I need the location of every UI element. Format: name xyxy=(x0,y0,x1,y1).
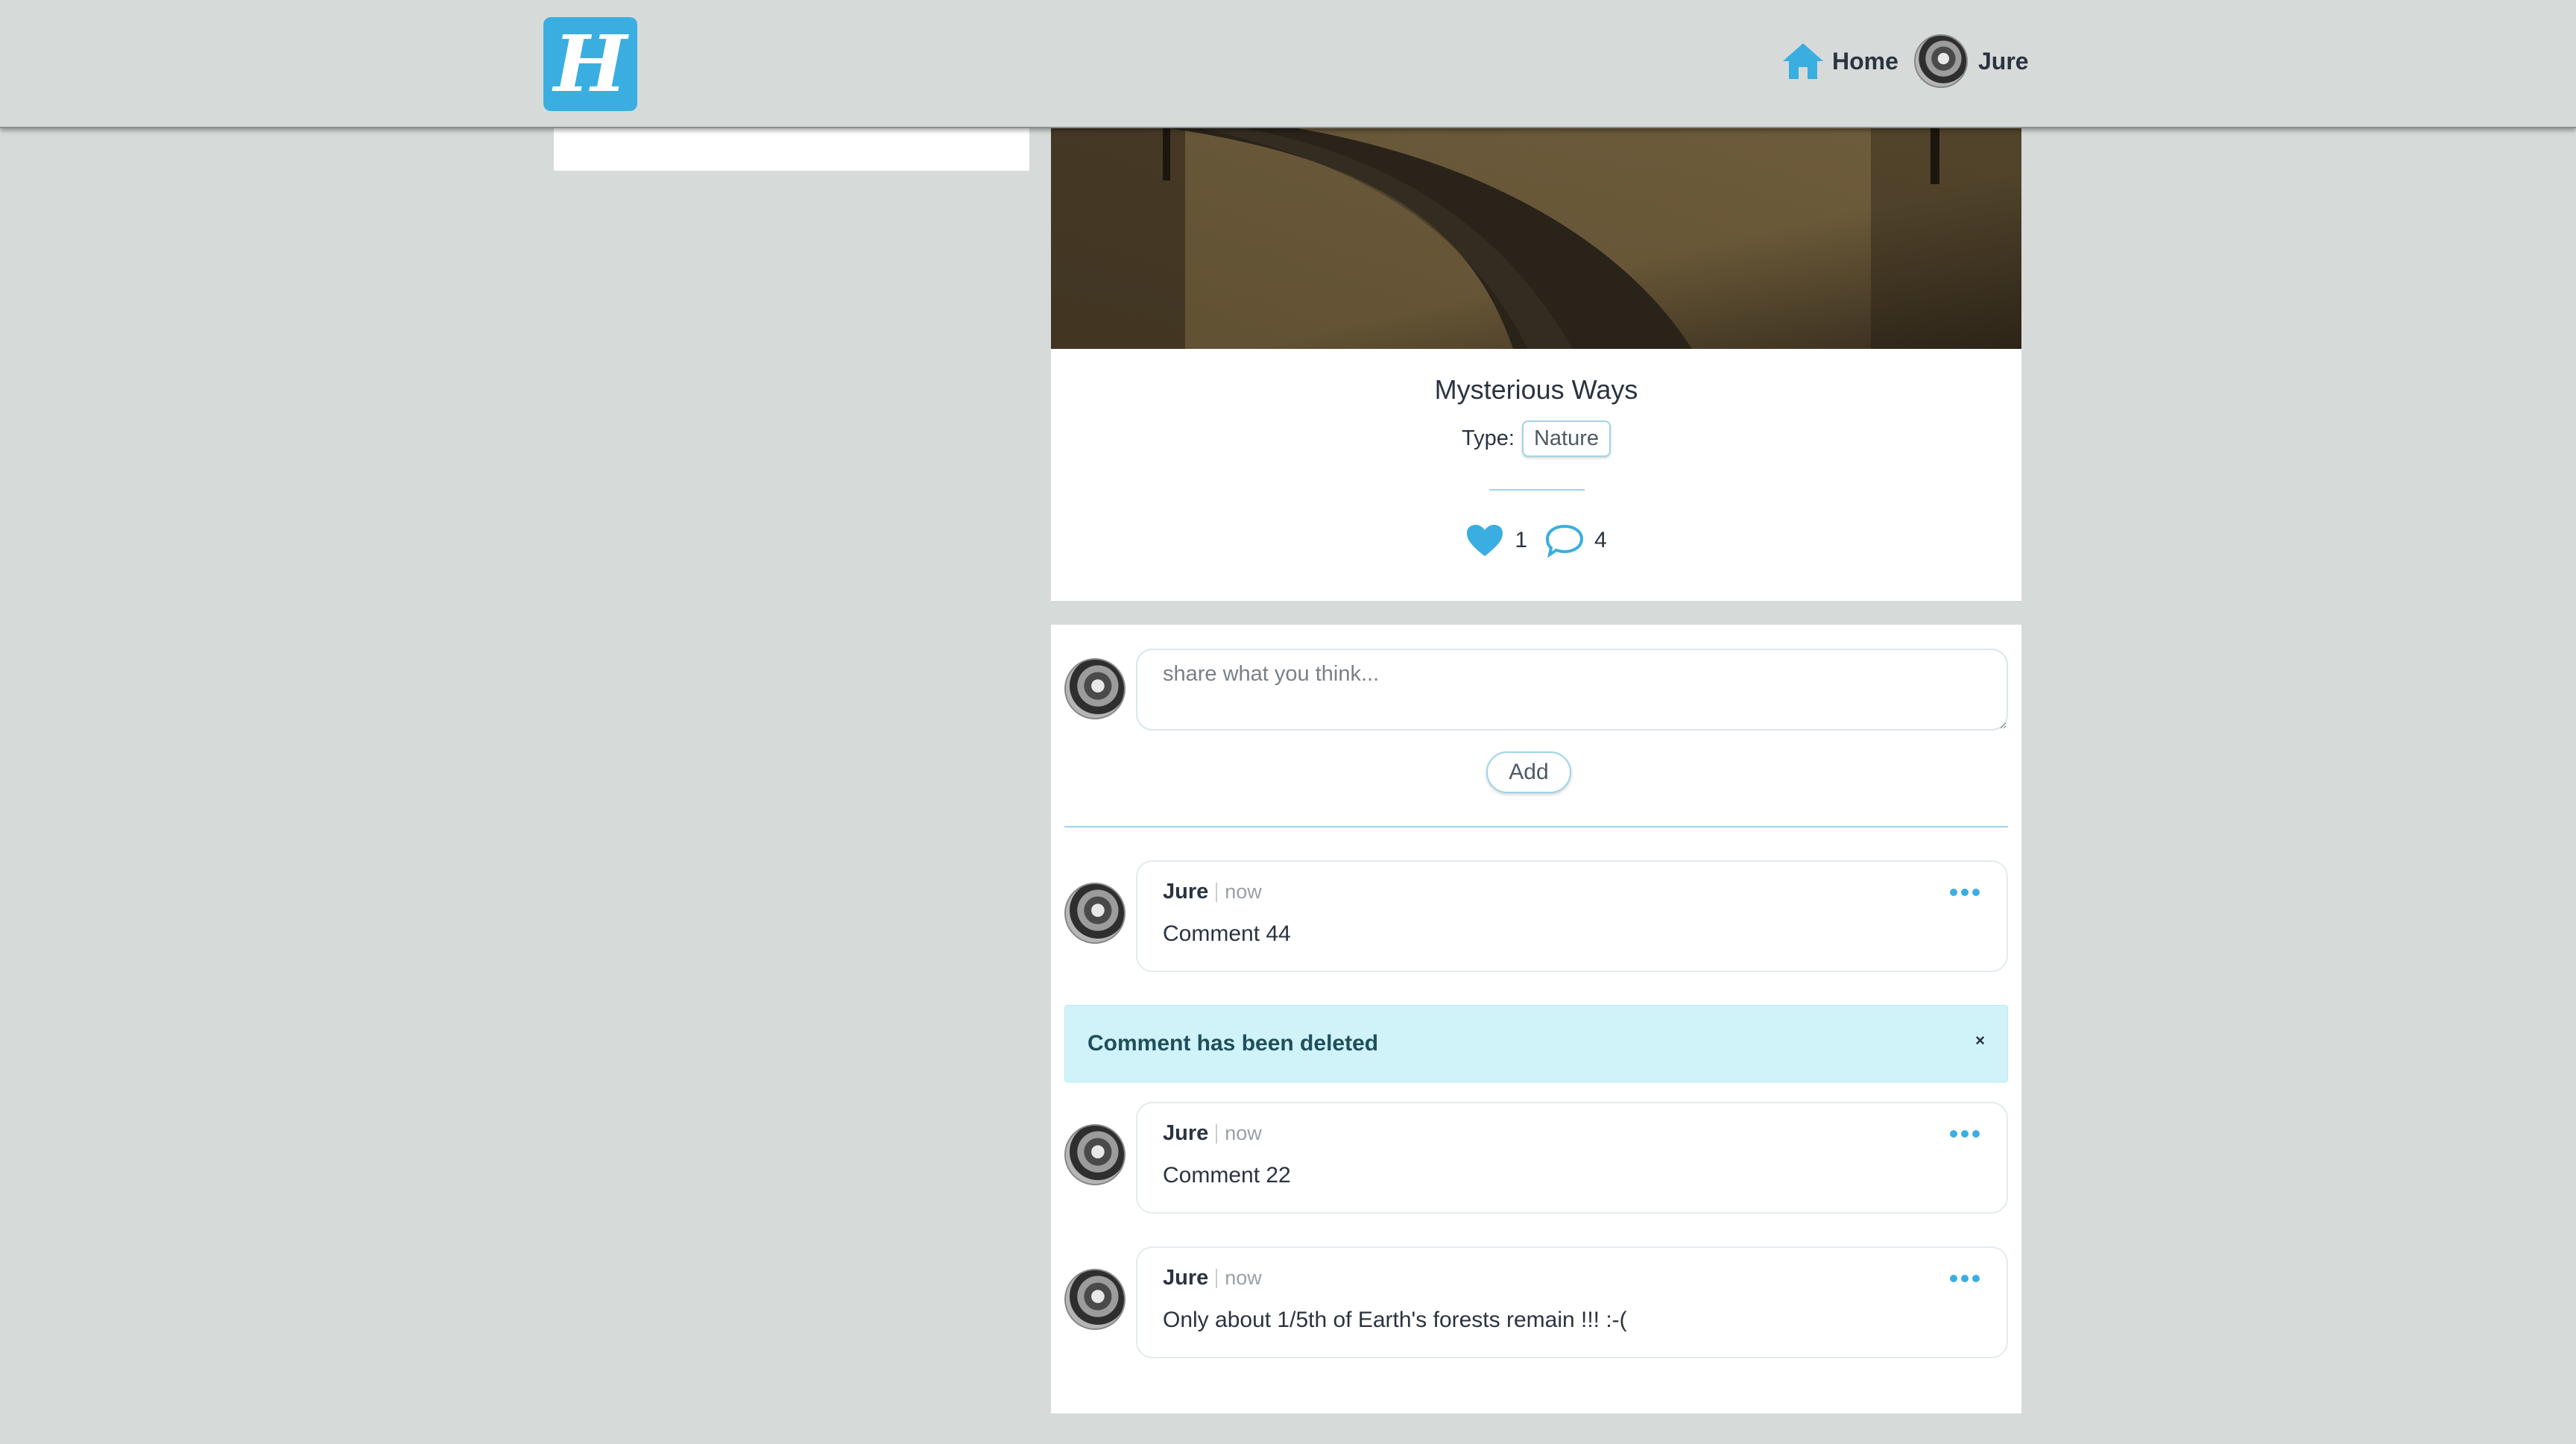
comment-header: Jure now xyxy=(1163,880,1262,904)
comment-header: Jure now xyxy=(1163,1121,1262,1146)
comment-avatar xyxy=(1064,1269,1126,1330)
heart-icon[interactable] xyxy=(1465,523,1504,558)
app-logo[interactable]: H xyxy=(543,17,637,111)
more-dots-icon[interactable] xyxy=(1950,1130,1980,1138)
logo-letter: H xyxy=(553,18,628,110)
comment-avatar xyxy=(1064,1124,1126,1185)
new-comment-avatar xyxy=(1064,658,1126,719)
comment-item: Jure now Comment 22 xyxy=(1064,1102,2008,1214)
comment-box: Jure now Comment 22 xyxy=(1136,1102,2008,1214)
nav-home-label: Home xyxy=(1832,47,1898,75)
comment-time: now xyxy=(1225,1122,1262,1144)
post-type-row: Type: Nature xyxy=(1051,420,2021,457)
comment-author[interactable]: Jure xyxy=(1163,880,1208,904)
nav-user-menu[interactable]: Jure xyxy=(1914,34,2029,88)
comment-text: Comment 22 xyxy=(1163,1163,1291,1188)
comment-avatar xyxy=(1064,883,1126,944)
post-title: Mysterious Ways xyxy=(1434,374,1638,405)
comment-time: now xyxy=(1225,1267,1262,1289)
comment-text: Only about 1/5th of Earth's forests rema… xyxy=(1163,1308,1627,1332)
comments-divider xyxy=(1064,826,2008,827)
home-icon xyxy=(1783,43,1823,79)
post-card: Mysterious Ways Type: Nature 1 4 xyxy=(1051,128,2021,601)
more-dots-icon[interactable] xyxy=(1950,889,1980,896)
post-divider xyxy=(1489,489,1585,491)
comment-author[interactable]: Jure xyxy=(1163,1121,1208,1146)
comment-item: Jure now Comment 44 xyxy=(1064,860,2008,972)
deleted-alert: Comment has been deleted × xyxy=(1064,1005,2008,1082)
comment-input[interactable] xyxy=(1136,649,2008,731)
comment-time: now xyxy=(1225,880,1262,903)
comment-box: Jure now Comment 44 xyxy=(1136,860,2008,972)
comment-header: Jure now xyxy=(1163,1266,1262,1290)
comment-separator xyxy=(1216,882,1218,902)
comment-bubble-icon[interactable] xyxy=(1545,523,1584,558)
post-type-label: Type: xyxy=(1462,426,1515,450)
comment-separator xyxy=(1216,1268,1218,1288)
post-stats: 1 4 xyxy=(1051,523,2021,558)
comment-item: Jure now Only about 1/5th of Earth's for… xyxy=(1064,1246,2008,1358)
likes-count: 1 xyxy=(1515,528,1527,552)
comment-box: Jure now Only about 1/5th of Earth's for… xyxy=(1136,1246,2008,1358)
user-avatar xyxy=(1914,34,1968,88)
add-comment-button[interactable]: Add xyxy=(1486,751,1571,793)
post-type-badge[interactable]: Nature xyxy=(1521,420,1611,457)
nav-home-link[interactable]: Home xyxy=(1781,39,1898,83)
comment-author[interactable]: Jure xyxy=(1163,1266,1208,1290)
close-icon[interactable]: × xyxy=(1975,1031,1985,1050)
sidebar-card xyxy=(554,128,1029,171)
nav-user-label: Jure xyxy=(1978,47,2029,75)
top-navbar: H Home Jure xyxy=(0,0,2576,128)
more-dots-icon[interactable] xyxy=(1950,1275,1980,1282)
comments-card: Add Jure now Comment 44 Comment has been… xyxy=(1051,625,2021,1413)
comment-text: Comment 44 xyxy=(1163,921,1291,946)
post-image[interactable] xyxy=(1051,128,2021,349)
comments-count: 4 xyxy=(1594,528,1607,552)
alert-message: Comment has been deleted xyxy=(1087,1031,1379,1056)
comment-separator xyxy=(1216,1123,1218,1144)
post-photo xyxy=(1051,128,2021,349)
